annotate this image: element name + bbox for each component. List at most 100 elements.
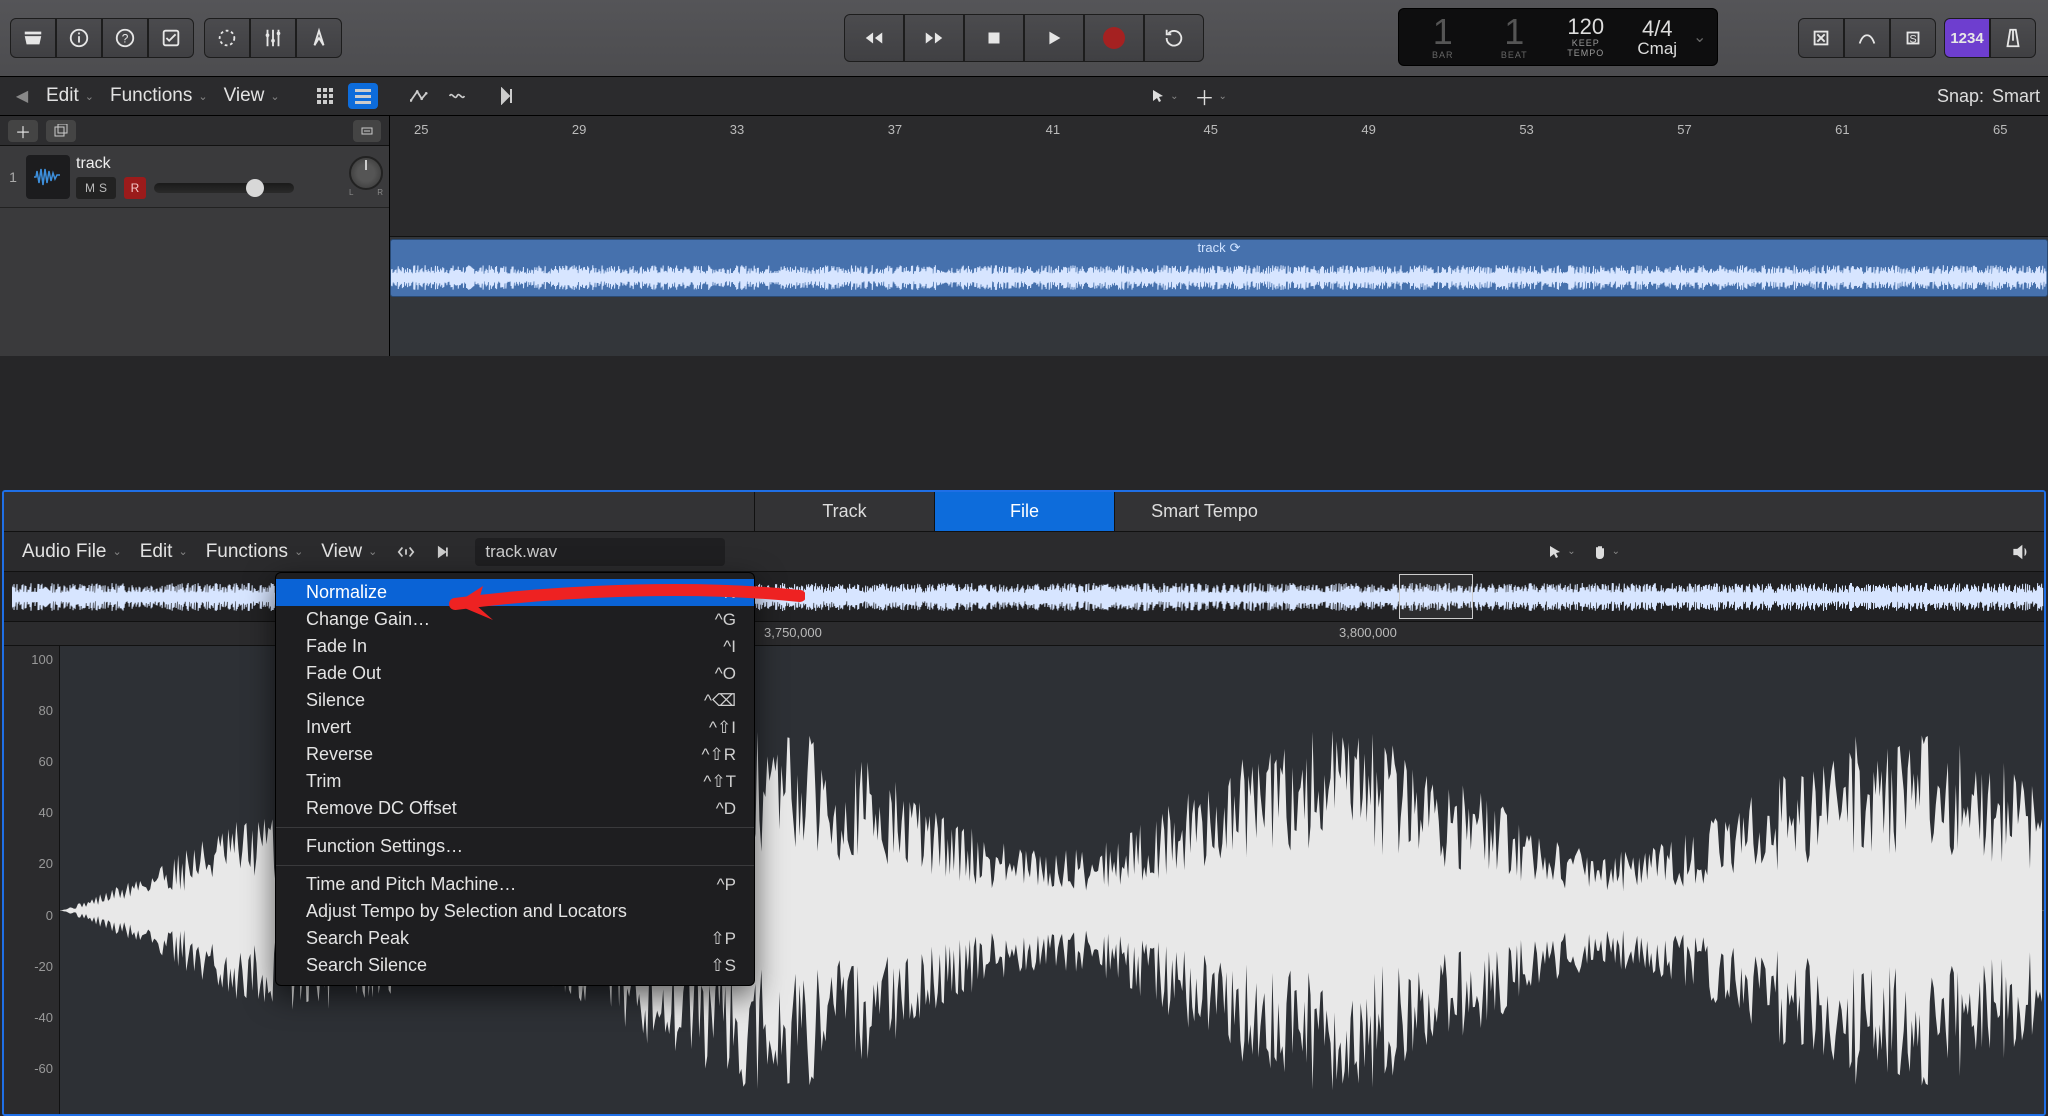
arrange-area[interactable]: track⟳ xyxy=(390,237,2048,357)
tab-file[interactable]: File xyxy=(934,492,1114,531)
left-toolbar-group1: ? xyxy=(10,18,194,58)
editor-hand-tool[interactable]: ⌄ xyxy=(1588,542,1624,562)
db-mark: -20 xyxy=(34,959,53,974)
menu-item-reverse[interactable]: Reverse^⇧R xyxy=(276,741,754,768)
pointer-tool[interactable]: ⌄ xyxy=(1146,86,1182,106)
db-mark: 20 xyxy=(39,856,53,871)
snap-value[interactable]: Smart xyxy=(1992,86,2040,107)
db-mark: 80 xyxy=(39,703,53,718)
low-latency-button[interactable] xyxy=(1844,18,1890,58)
track-row[interactable]: 1 track MS R LR xyxy=(0,146,389,208)
back-button[interactable]: ◀ xyxy=(8,82,36,110)
audio-region[interactable]: track⟳ xyxy=(390,239,2048,297)
duplicate-track-button[interactable] xyxy=(46,120,76,142)
automation-icon[interactable] xyxy=(404,83,434,109)
menu-item-function-settings[interactable]: Function Settings… xyxy=(276,833,754,860)
solo-lock-button[interactable]: S xyxy=(1890,18,1936,58)
transient-edit-icon[interactable] xyxy=(431,539,461,565)
track-name[interactable]: track xyxy=(76,155,343,173)
ruler-mark: 49 xyxy=(1361,122,1375,137)
help-button[interactable]: ? xyxy=(102,18,148,58)
transport-controls xyxy=(844,14,1204,62)
pan-knob[interactable] xyxy=(349,156,383,190)
menu-item-trim[interactable]: Trim^⇧T xyxy=(276,768,754,795)
volume-slider[interactable] xyxy=(154,183,294,193)
mixer-button[interactable] xyxy=(250,18,296,58)
lcd-tempo-keep: KEEP xyxy=(1550,38,1622,48)
menu-item-invert[interactable]: Invert^⇧I xyxy=(276,714,754,741)
track-number: 1 xyxy=(6,169,20,185)
menu-item-remove-dc-offset[interactable]: Remove DC Offset^D xyxy=(276,795,754,822)
timeline-ruler[interactable]: 2529333741454953576165 xyxy=(390,116,2048,237)
svg-text:?: ? xyxy=(122,32,129,46)
db-mark: -40 xyxy=(34,1010,53,1025)
lcd-tempo: 120 xyxy=(1550,16,1622,38)
notepad-button[interactable] xyxy=(148,18,194,58)
flex-icon[interactable] xyxy=(442,83,472,109)
library-button[interactable] xyxy=(10,18,56,58)
count-in-button[interactable]: 1234 xyxy=(1944,18,1990,58)
track-type-icon[interactable] xyxy=(26,155,70,199)
inspector-button[interactable] xyxy=(56,18,102,58)
menu-item-time-and-pitch-machine[interactable]: Time and Pitch Machine…^P xyxy=(276,871,754,898)
add-track-button[interactable]: ＋ xyxy=(8,120,38,142)
functions-menu[interactable]: Functions ⌄ xyxy=(104,81,214,111)
menu-item-search-silence[interactable]: Search Silence⇧S xyxy=(276,952,754,979)
cycle-preview-icon[interactable] xyxy=(391,539,421,565)
catch-playhead-icon[interactable] xyxy=(494,83,524,109)
menu-item-search-peak[interactable]: Search Peak⇧P xyxy=(276,925,754,952)
list-view-icon[interactable] xyxy=(348,83,378,109)
db-mark: 40 xyxy=(39,805,53,820)
menu-item-adjust-tempo-by-selection-and-locators[interactable]: Adjust Tempo by Selection and Locators xyxy=(276,898,754,925)
editor-view-menu[interactable]: View⌄ xyxy=(315,537,383,567)
editor-menubar: Audio File⌄ Edit⌄ Functions⌄ View⌄ track… xyxy=(4,532,2044,572)
editor-edit-menu[interactable]: Edit⌄ xyxy=(134,537,194,567)
forward-button[interactable] xyxy=(904,14,964,62)
lcd-display[interactable]: 1BAR 1BEAT 120KEEPTEMPO 4/4Cmaj ⌄ xyxy=(1398,8,1718,66)
cycle-button[interactable] xyxy=(1144,14,1204,62)
editors-button[interactable] xyxy=(296,18,342,58)
replace-button[interactable] xyxy=(1798,18,1844,58)
rewind-button[interactable] xyxy=(844,14,904,62)
view-label: View xyxy=(224,85,265,107)
functions-label: Functions xyxy=(110,85,192,107)
ruler-mark: 33 xyxy=(730,122,744,137)
record-button[interactable] xyxy=(1084,14,1144,62)
mute-solo-button[interactable]: MS xyxy=(76,177,116,199)
tab-smart-tempo[interactable]: Smart Tempo xyxy=(1114,492,1294,531)
lcd-bar: 1 xyxy=(1407,14,1479,50)
ruler-mark: 65 xyxy=(1993,122,2007,137)
ruler-mark: 53 xyxy=(1519,122,1533,137)
track-header-toolbar: ＋ xyxy=(0,116,389,146)
view-menu[interactable]: View⌄ xyxy=(218,81,286,111)
track-header-panel: ＋ 1 track MS R LR xyxy=(0,116,390,356)
region-waveform xyxy=(391,260,2047,295)
ruler-mark: 61 xyxy=(1835,122,1849,137)
snap-label: Snap: xyxy=(1937,86,1984,107)
play-button[interactable] xyxy=(1024,14,1084,62)
filename-field[interactable]: track.wav xyxy=(475,538,725,566)
loop-icon: ⟳ xyxy=(1230,240,1241,256)
record-enable-button[interactable]: R xyxy=(124,177,146,199)
metronome-button[interactable] xyxy=(1990,18,2036,58)
ruler-mark: 25 xyxy=(414,122,428,137)
menu-item-fade-out[interactable]: Fade Out^O xyxy=(276,660,754,687)
editor-functions-menu[interactable]: Functions⌄ xyxy=(200,537,310,567)
stop-button[interactable] xyxy=(964,14,1024,62)
global-tracks-button[interactable] xyxy=(353,120,381,142)
chevron-down-icon: ⌄ xyxy=(198,90,207,103)
tab-track[interactable]: Track xyxy=(754,492,934,531)
prelisten-button[interactable] xyxy=(2006,539,2036,565)
smart-controls-button[interactable] xyxy=(204,18,250,58)
volume-thumb[interactable] xyxy=(246,179,264,197)
menu-item-silence[interactable]: Silence^⌫ xyxy=(276,687,754,714)
editor-pointer-tool[interactable]: ⌄ xyxy=(1543,542,1579,562)
overview-selection[interactable] xyxy=(1399,574,1473,619)
edit-menu[interactable]: Edit⌄ xyxy=(40,81,100,111)
audio-file-menu[interactable]: Audio File⌄ xyxy=(16,537,128,567)
ruler-mark: 45 xyxy=(1204,122,1218,137)
sample-ruler-mark: 3,800,000 xyxy=(1339,625,1397,640)
grid-view-icon[interactable] xyxy=(310,83,340,109)
add-tool[interactable]: ＋⌄ xyxy=(1191,80,1231,113)
lcd-chevron-icon[interactable]: ⌄ xyxy=(1693,27,1709,47)
